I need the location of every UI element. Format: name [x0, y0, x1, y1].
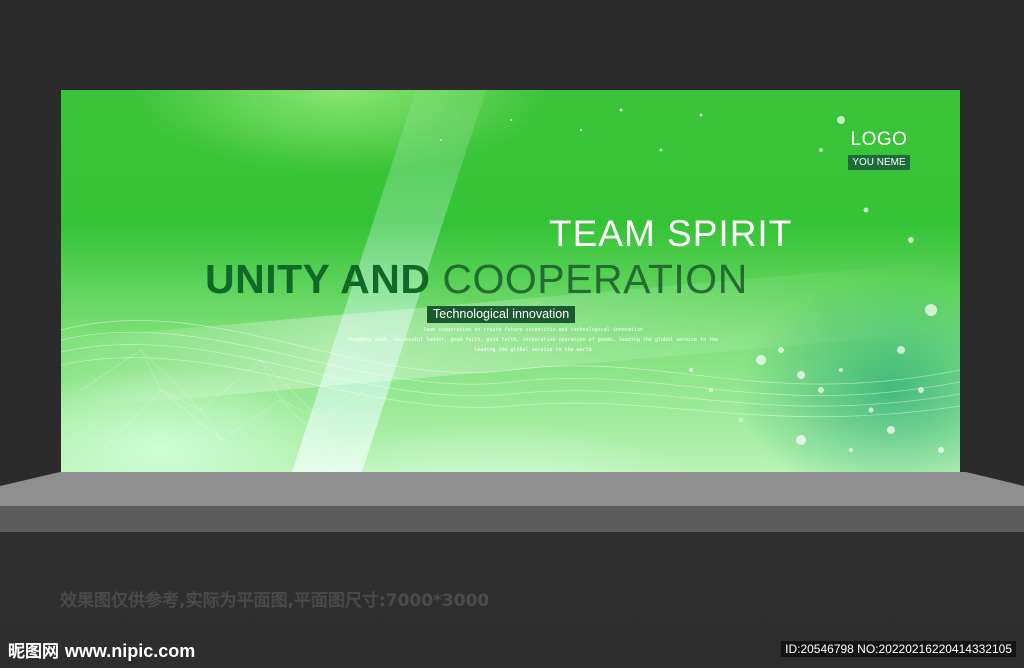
- body-line: leading the global service to the world: [474, 347, 592, 353]
- body-line: Team cooperation to create future scient…: [423, 327, 643, 333]
- headline-bold-part: UNITY AND: [205, 256, 431, 302]
- stage-platform-front: [0, 506, 1024, 532]
- subtitle-label: Technological innovation: [427, 306, 576, 323]
- site-watermark: 昵图网 www.nipic.com: [8, 637, 195, 662]
- body-text: Team cooperation to create future scient…: [323, 325, 743, 355]
- size-caption: 效果图仅供参考,实际为平面图,平面图尺寸:7000*3000: [60, 591, 490, 611]
- headline-unity: UNITY AND COOPERATION: [205, 255, 748, 303]
- headline-team-spirit: TEAM SPIRIT: [549, 213, 793, 254]
- display-scene: LOGO YOU NEME TEAM SPIRIT UNITY AND COOP…: [0, 0, 1024, 668]
- body-line: Yongdeng peak, successful ladder, good f…: [347, 337, 719, 343]
- logo-subtitle: YOU NEME: [848, 155, 910, 170]
- site-url: www.nipic.com: [64, 641, 196, 661]
- headline-light-part: COOPERATION: [442, 256, 748, 302]
- stage-platform-top: [0, 472, 1024, 506]
- image-id-label: ID:20546798 NO:20220216220414332105: [781, 641, 1016, 657]
- site-name-cn: 昵图网: [8, 642, 59, 662]
- logo-text: LOGO: [850, 129, 908, 150]
- logo-block: LOGO YOU NEME: [847, 128, 911, 170]
- banner-board: LOGO YOU NEME TEAM SPIRIT UNITY AND COOP…: [61, 90, 960, 473]
